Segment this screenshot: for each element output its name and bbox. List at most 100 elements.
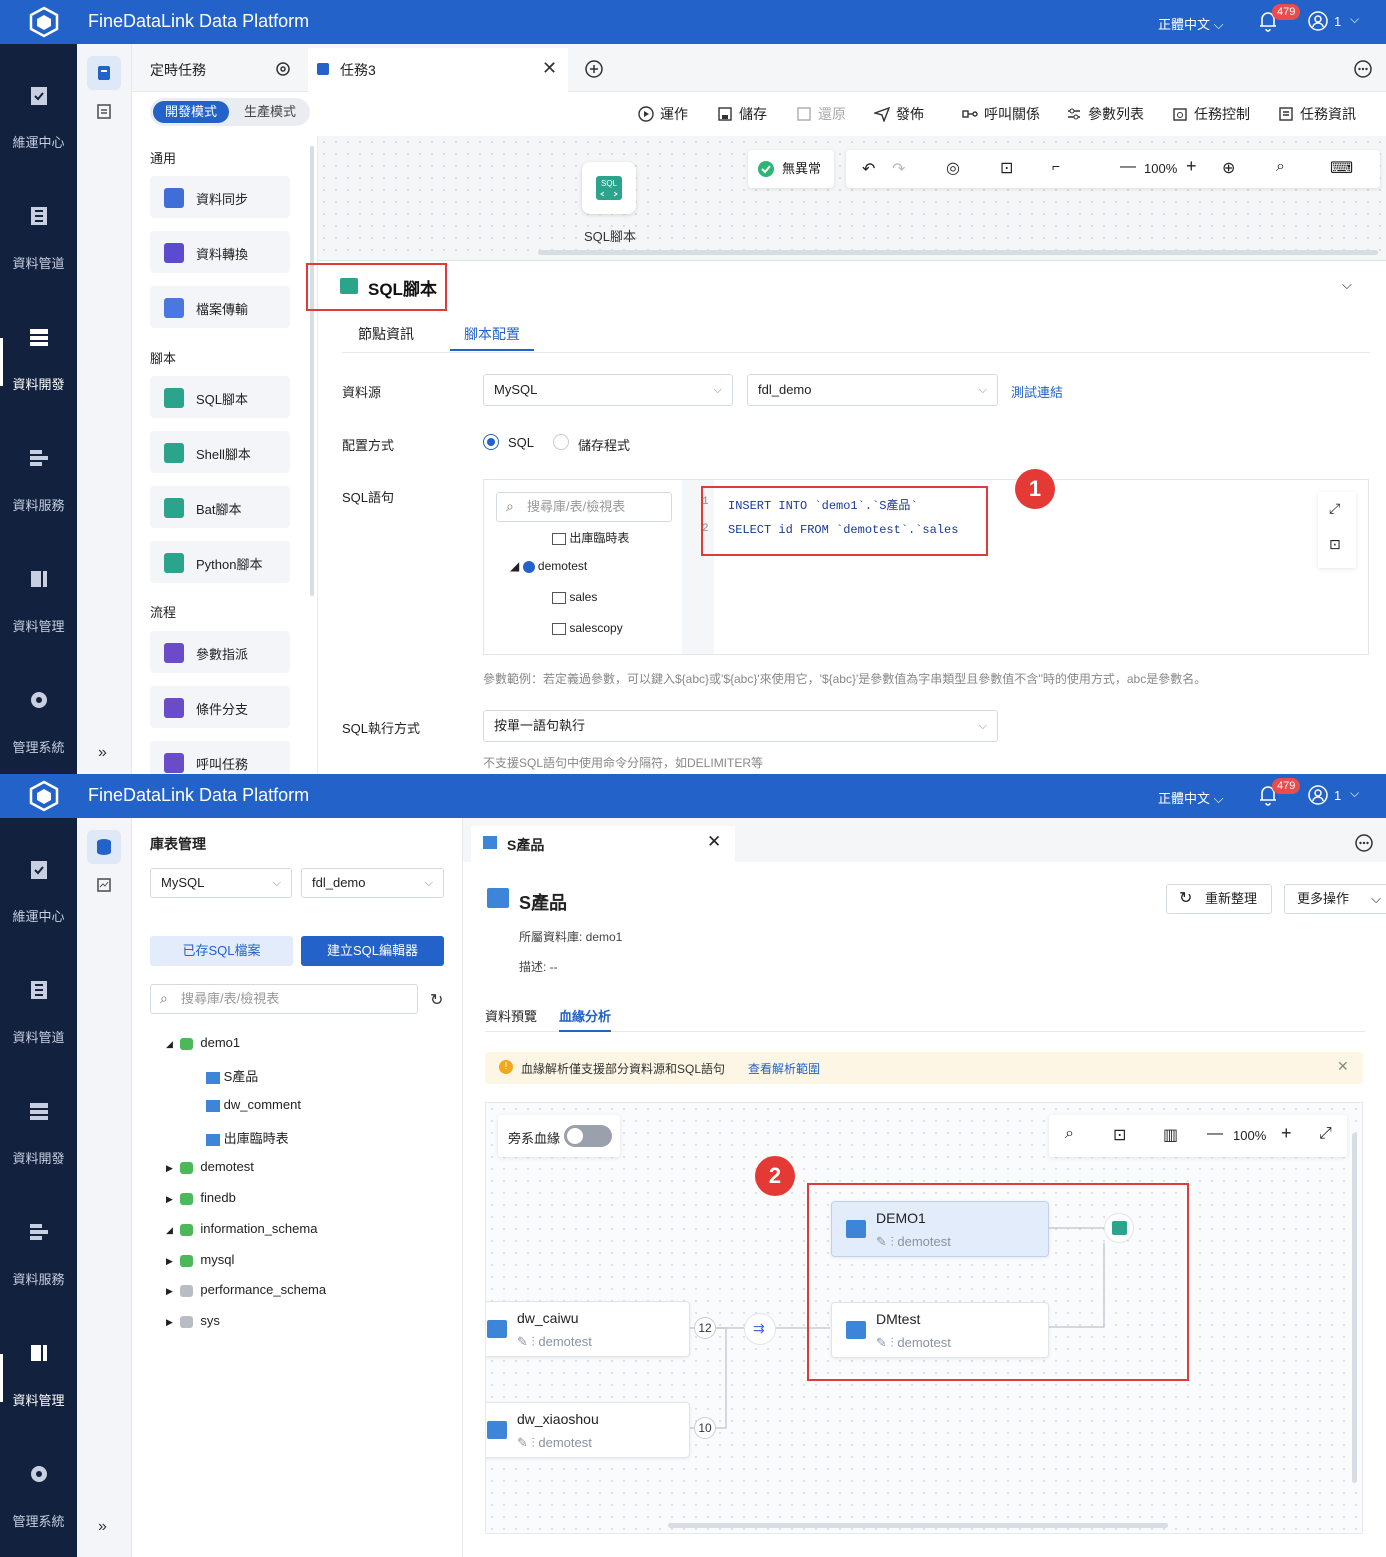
saved-sql-button[interactable]: 已存SQL檔案 [150,936,293,966]
mode-switch[interactable]: 開發模式 生產模式 [150,98,310,126]
canvas-scrollbar[interactable] [538,250,1378,255]
nav-item-manage[interactable]: 資料管理 [0,1302,77,1408]
tree-table-dwcomment[interactable]: dw_comment [206,1097,301,1112]
palette-item-python[interactable]: Python腳本 [150,541,290,583]
close-icon[interactable]: ✕ [707,832,721,852]
tree-db-performance-schema[interactable]: ▶ performance_schema [166,1282,326,1297]
zoom-in-icon[interactable]: + [1186,156,1197,177]
tree-db-sys[interactable]: ▶ sys [166,1313,220,1328]
create-sql-editor-button[interactable]: 建立SQL編輯器 [301,936,444,966]
format-icon[interactable]: ⊡ [1329,536,1341,553]
task-info-button[interactable]: 任務資訊 [1278,104,1356,124]
nav-item-dev[interactable]: 資料開發 [0,286,77,392]
expand-icon[interactable]: ⤢ [1329,500,1340,517]
palette-item-sql[interactable]: SQL腳本 [150,376,290,418]
tree-item-outbound[interactable]: 出庫臨時表 [552,529,629,546]
tree-item-salescopy[interactable]: salescopy [552,621,623,635]
test-connection-link[interactable]: 測試連結 [1011,382,1063,401]
palette-item-shell[interactable]: Shell腳本 [150,431,290,473]
more-icon[interactable] [1355,834,1373,852]
prod-mode-option[interactable]: 生產模式 [234,101,306,123]
more-icon[interactable] [1354,60,1372,78]
layout-icon[interactable]: ◎ [946,158,960,178]
exec-method-select[interactable]: 按單一語句執行 ⌵ [483,710,998,742]
palette-item-assign[interactable]: 參數指派 [150,631,290,673]
lineage-scrollbar-v[interactable] [1352,1133,1357,1483]
undo-icon[interactable]: ↶ [862,159,875,179]
zoom-out-icon[interactable]: — [1120,158,1136,176]
tab-lineage[interactable]: 血緣分析 [559,1006,611,1025]
close-icon[interactable]: ✕ [1337,1058,1349,1075]
nav-item-system[interactable]: 管理系統 [0,1423,77,1529]
nav-item-pipeline[interactable]: 資料管道 [0,939,77,1045]
language-select[interactable]: 正體中文 ⌵ [1158,788,1223,807]
palette-item-file[interactable]: 檔案傳輸 [150,286,290,328]
tree-db-demotest[interactable]: ▶ demotest [166,1159,254,1174]
clipboard-icon[interactable] [87,94,121,128]
call-relation-button[interactable]: 呼叫關係 [962,104,1040,124]
locate-icon[interactable]: ⊕ [1222,158,1235,178]
refresh-icon[interactable]: ↻ [430,990,443,1010]
tree-db-mysql[interactable]: ▶ mysql [166,1252,234,1267]
language-select[interactable]: 正體中文 ⌵ [1158,14,1223,33]
lib-search-input[interactable]: 搜尋庫/表/檢視表 [150,984,418,1014]
collapse-nav-button[interactable]: » [98,1518,107,1536]
lineage-canvas[interactable]: 旁系血緣 ⌕ ⊡ ▥ — 100% + ⤢ dw_caiwu ✎ ⫶ demot… [485,1102,1363,1534]
lineage-node-dwxiaoshou[interactable]: dw_xiaoshou ✎ ⫶ demotest [486,1402,690,1458]
tab-scheduled[interactable]: 定時任務 [150,48,206,92]
more-actions-button[interactable]: 更多操作 ⌵ [1284,884,1386,914]
radio-sql[interactable] [483,434,499,450]
tree-db-information-schema[interactable]: ◢ information_schema [166,1221,317,1236]
nav-item-service[interactable]: 資料服務 [0,407,77,513]
monitor-icon[interactable] [87,868,121,902]
sql-node[interactable]: SQL [582,162,636,214]
tree-table-sproduct[interactable]: S產品 [206,1066,258,1085]
tab-sproduct[interactable]: S產品 ✕ [471,826,735,862]
run-button[interactable]: 運作 [638,104,688,124]
palette-item-bat[interactable]: Bat腳本 [150,486,290,528]
chevron-down-icon[interactable]: ⌵ [1350,12,1359,27]
lineage-node-dwcaiwu[interactable]: dw_caiwu ✎ ⫶ demotest [486,1301,690,1357]
nav-item-ops[interactable]: 維運中心 [0,818,77,924]
collapse-panel-icon[interactable]: ⌵ [1342,277,1352,293]
tab-data-preview[interactable]: 資料預覽 [485,1006,537,1025]
view-scope-link[interactable]: 查看解析範圍 [748,1060,820,1077]
publish-button[interactable]: 發佈 [874,104,924,124]
user-icon[interactable] [1308,10,1328,32]
nav-item-ops[interactable]: 維運中心 [0,44,77,150]
database-icon[interactable] [87,830,121,864]
restore-button[interactable]: 還原 [796,104,846,124]
tree-table-outbound[interactable]: 出庫臨時表 [206,1128,289,1147]
datasource-select[interactable]: MySQL ⌵ [483,374,733,406]
close-icon[interactable]: ✕ [542,58,557,79]
tree-db-finedb[interactable]: ▶ finedb [166,1190,236,1205]
collapse-nav-button[interactable]: » [98,744,107,762]
tab-script-config[interactable]: 腳本配置 [464,324,520,344]
radio-proc[interactable] [553,434,569,450]
task-tree-icon[interactable] [87,56,121,90]
lineage-scrollbar-h[interactable] [668,1523,1168,1528]
lib-database-select[interactable]: fdl_demo ⌵ [301,868,444,898]
redo-icon[interactable]: ↷ [892,159,905,179]
palette-item-transform[interactable]: 資料轉換 [150,231,290,273]
lib-datasource-select[interactable]: MySQL ⌵ [150,868,292,898]
search-icon[interactable]: ⌕ [1276,158,1285,176]
task-control-button[interactable]: 任務控制 [1172,104,1250,124]
flow-canvas[interactable]: SQL SQL腳本 無異常 ↶ ↷ ◎ ⊡ ⌐ — 100% + ⊕ ⌕ ⌨ [318,136,1386,260]
nav-item-pipeline[interactable]: 資料管道 [0,165,77,271]
nav-item-manage[interactable]: 資料管理 [0,528,77,634]
nav-item-dev[interactable]: 資料開發 [0,1060,77,1166]
keyboard-icon[interactable]: ⌨ [1330,158,1353,178]
database-select[interactable]: fdl_demo ⌵ [747,374,998,406]
palette-item-sync[interactable]: 資料同步 [150,176,290,218]
tab-node-info[interactable]: 節點資訊 [358,324,414,344]
dev-mode-option[interactable]: 開發模式 [153,101,229,123]
settings-icon[interactable] [275,61,291,77]
transform-node[interactable]: ⇉ [744,1313,776,1345]
user-icon[interactable] [1308,784,1328,806]
param-list-button[interactable]: 參數列表 [1066,104,1144,124]
tree-item-sales[interactable]: sales [552,590,597,604]
nav-item-service[interactable]: 資料服務 [0,1181,77,1287]
palette-scrollbar[interactable] [310,146,314,596]
palette-item-call[interactable]: 呼叫任務 [150,741,290,774]
